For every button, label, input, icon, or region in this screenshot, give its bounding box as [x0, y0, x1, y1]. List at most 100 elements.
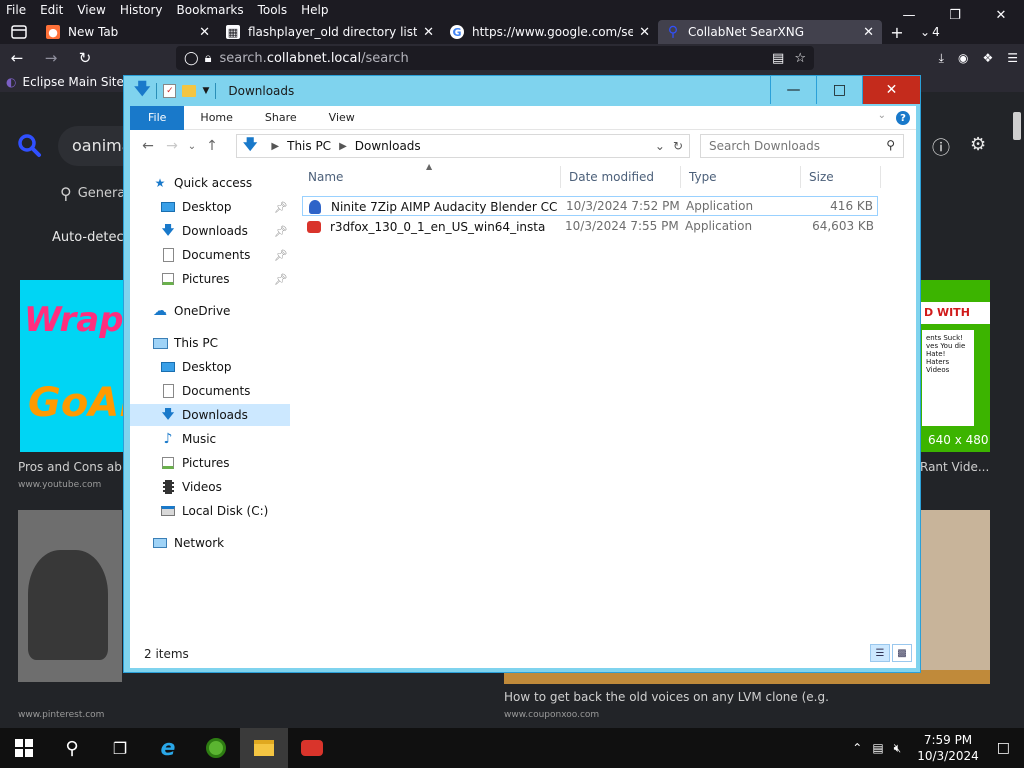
- pin-icon[interactable]: 📌︎: [274, 225, 288, 238]
- nav-pc-documents[interactable]: Documents: [160, 380, 250, 402]
- reload-button[interactable]: ↻: [68, 44, 102, 72]
- close-icon[interactable]: ✕: [639, 25, 650, 40]
- info-icon[interactable]: ⓘ: [932, 134, 950, 160]
- star-icon[interactable]: ☆: [794, 51, 806, 66]
- tab-count[interactable]: ⌄ 4: [920, 25, 940, 39]
- image-result-thumbnail[interactable]: D WITH ents Suck! ves You die Hate! Hate…: [920, 280, 990, 452]
- image-result-thumbnail[interactable]: [18, 510, 122, 682]
- menu-tools[interactable]: Tools: [258, 3, 288, 17]
- menu-help[interactable]: Help: [301, 3, 328, 17]
- nav-this-pc[interactable]: This PC: [152, 332, 218, 354]
- large-icons-view-icon[interactable]: ▩: [892, 644, 912, 662]
- tab-new-tab[interactable]: ● New Tab ✕: [38, 20, 218, 44]
- file-row[interactable]: r3dfox_130_0_1_en_US_win64_insta 10/3/20…: [302, 217, 878, 237]
- back-button[interactable]: ←: [136, 138, 160, 154]
- nav-quick-downloads[interactable]: 🡇 Downloads 📌︎: [160, 220, 288, 242]
- clock[interactable]: 7:59 PM 10/3/2024: [917, 732, 979, 764]
- nav-network[interactable]: Network: [152, 532, 224, 554]
- nav-pc-videos[interactable]: Videos: [160, 476, 222, 498]
- new-tab-button[interactable]: +: [882, 23, 912, 42]
- nav-pc-desktop[interactable]: Desktop: [160, 356, 232, 378]
- details-view-icon[interactable]: ☰: [870, 644, 890, 662]
- tab-list-icon[interactable]: [0, 20, 38, 44]
- column-header-size[interactable]: Size: [801, 166, 881, 188]
- ribbon-tab-file[interactable]: File: [130, 105, 185, 130]
- category-general-tab[interactable]: ⚲ Genera: [60, 184, 125, 203]
- page-scrollbar[interactable]: [1010, 92, 1024, 728]
- taskbar-file-explorer[interactable]: [240, 728, 288, 768]
- menu-view[interactable]: View: [77, 3, 105, 17]
- close-button[interactable]: ✕: [862, 76, 920, 104]
- language-autodetect[interactable]: Auto-detect: [52, 230, 129, 245]
- nav-pc-downloads[interactable]: 🡇 Downloads: [130, 404, 290, 426]
- scrollbar-thumb[interactable]: [1013, 112, 1021, 140]
- result-title[interactable]: Pros and Cons ab: [18, 460, 122, 474]
- address-bar[interactable]: 🡇 ▶ This PC ▶ Downloads ⌄ ↻: [236, 134, 690, 158]
- ribbon-tab-home[interactable]: Home: [184, 106, 248, 130]
- close-icon[interactable]: ✕: [863, 25, 874, 40]
- ribbon-tab-view[interactable]: View: [313, 106, 371, 130]
- refresh-icon[interactable]: ↻: [673, 139, 683, 153]
- recent-locations-button[interactable]: ⌄: [184, 141, 200, 152]
- close-icon[interactable]: ✕: [199, 25, 210, 40]
- searxng-logo-icon[interactable]: [16, 132, 42, 158]
- tab-google[interactable]: G https://www.google.com/search ✕: [442, 20, 658, 44]
- taskbar-r3dfox[interactable]: [288, 728, 336, 768]
- account-icon[interactable]: ◉: [958, 51, 968, 65]
- pin-icon[interactable]: 📌︎: [274, 273, 288, 286]
- search-downloads-input[interactable]: Search Downloads ⚲: [700, 134, 904, 158]
- nav-onedrive[interactable]: ☁ OneDrive: [152, 300, 230, 322]
- new-folder-icon[interactable]: [182, 85, 197, 97]
- start-button[interactable]: [0, 728, 48, 768]
- volume-muted-icon[interactable]: 🔇︎: [894, 741, 902, 756]
- network-icon[interactable]: ▤: [872, 741, 883, 755]
- pin-icon[interactable]: 📌︎: [274, 249, 288, 262]
- chevron-up-icon[interactable]: ⌃: [852, 741, 862, 755]
- maximize-button[interactable]: □: [816, 76, 862, 104]
- back-button[interactable]: ←: [0, 44, 34, 72]
- nav-quick-access[interactable]: ★ Quick access: [152, 172, 253, 194]
- up-button[interactable]: ↑: [200, 138, 224, 154]
- column-header-date-modified[interactable]: Date modified: [561, 166, 681, 188]
- reader-view-icon[interactable]: ▤: [772, 51, 784, 66]
- forward-button[interactable]: →: [160, 138, 184, 154]
- tab-flashplayer[interactable]: ▦ flashplayer_old directory listing ✕: [218, 20, 442, 44]
- hamburger-menu-icon[interactable]: ☰: [1007, 51, 1018, 65]
- gear-icon[interactable]: ⚙: [970, 134, 986, 155]
- nav-quick-documents[interactable]: Documents 📌︎: [160, 244, 288, 266]
- expand-ribbon-icon[interactable]: ⌄: [878, 110, 886, 121]
- breadcrumb-this-pc[interactable]: This PC: [287, 139, 331, 153]
- task-view-button[interactable]: ❐: [96, 728, 144, 768]
- extensions-icon[interactable]: ❖: [982, 51, 993, 65]
- taskbar-chrome-like-app[interactable]: [192, 728, 240, 768]
- close-icon[interactable]: ✕: [423, 25, 434, 40]
- minimize-button[interactable]: —: [770, 76, 816, 104]
- breadcrumb-downloads[interactable]: Downloads: [355, 139, 421, 153]
- properties-icon[interactable]: ✓: [163, 84, 177, 98]
- column-header-name[interactable]: Name: [300, 166, 561, 188]
- pin-icon[interactable]: 📌︎: [274, 201, 288, 214]
- search-button[interactable]: ⚲: [48, 728, 96, 768]
- file-row[interactable]: Ninite 7Zip AIMP Audacity Blender CCCP..…: [302, 196, 878, 216]
- result-title[interactable]: Rant Vide...: [920, 460, 989, 474]
- nav-pc-music[interactable]: ♪ Music: [160, 428, 217, 450]
- chevron-down-icon[interactable]: ▼: [202, 86, 209, 96]
- menu-file[interactable]: File: [6, 3, 26, 17]
- explorer-title-bar[interactable]: 🡇 ✓ ▼ Downloads — □ ✕: [124, 76, 920, 106]
- tab-collabnet-searxng[interactable]: ⚲ CollabNet SearXNG ✕: [658, 20, 882, 44]
- nav-quick-desktop[interactable]: Desktop 📌︎: [160, 196, 288, 218]
- menu-history[interactable]: History: [120, 3, 163, 17]
- chevron-down-icon[interactable]: ⌄: [655, 139, 665, 153]
- nav-quick-pictures[interactable]: Pictures 📌︎: [160, 268, 288, 290]
- download-icon[interactable]: ⤓: [939, 51, 944, 66]
- nav-pc-local-disk[interactable]: Local Disk (C:): [160, 500, 268, 522]
- image-result-thumbnail[interactable]: Wrap GoAni: [20, 280, 124, 452]
- bookmark-eclipse[interactable]: Eclipse Main Site: [22, 75, 123, 89]
- nav-pc-pictures[interactable]: Pictures: [160, 452, 230, 474]
- ribbon-tab-share[interactable]: Share: [249, 106, 313, 130]
- url-bar[interactable]: ◯ 🔒︎ search. collabnet.local/search ▤ ☆: [176, 46, 814, 70]
- menu-bookmarks[interactable]: Bookmarks: [177, 3, 244, 17]
- notification-icon[interactable]: □: [997, 740, 1010, 756]
- taskbar-internet-explorer[interactable]: e: [144, 728, 192, 768]
- image-result-thumbnail[interactable]: [920, 510, 990, 682]
